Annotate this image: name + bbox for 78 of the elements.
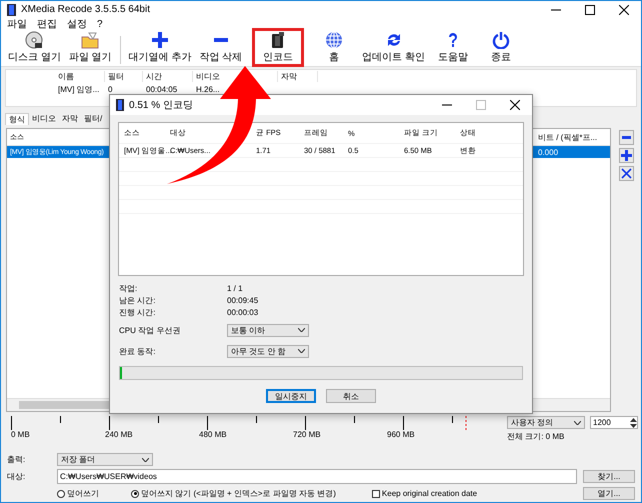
caret-icon <box>574 420 581 424</box>
column-header[interactable]: 시간 <box>146 72 162 81</box>
queue-row[interactable]: [MV] 임영... 0 00:04:05 H.26... <box>6 83 636 96</box>
menu-item[interactable]: ? <box>97 18 103 30</box>
size-preset-dropdown[interactable]: 사용자 정의 <box>507 416 585 429</box>
browse-button[interactable]: 찾기... <box>583 470 635 483</box>
output-mode-dropdown[interactable]: 저장 폴더 <box>57 453 153 466</box>
toolbar-button[interactable]: 파일 열기 <box>66 31 115 64</box>
completion-dropdown[interactable]: 아무 것도 안 함 <box>227 344 309 358</box>
table-cell-text: 0.000 <box>538 148 560 156</box>
info-value: 00:00:03 <box>227 308 258 316</box>
size-spinbox[interactable]: 1200 <box>590 416 638 429</box>
path-field[interactable]: C:₩Users₩USER₩videos <box>57 469 577 484</box>
toolbar-button[interactable]: 작업 삭제 <box>196 31 246 64</box>
ruler-label: 960 MB <box>387 430 416 439</box>
spin-arrows-icon[interactable] <box>630 416 637 428</box>
toolbar-button[interactable]: 도움말 <box>430 31 476 64</box>
ruler-label: 240 MB <box>105 430 134 439</box>
info-value: 1 / 1 <box>227 284 243 292</box>
menu-item[interactable]: 편집 <box>37 17 57 31</box>
open-button[interactable]: 열기... <box>583 487 635 500</box>
plus-icon <box>620 150 632 161</box>
toolbar-button[interactable]: 홈 <box>311 31 358 64</box>
completion-label: 완료 동작: <box>119 346 156 356</box>
column-header[interactable]: 이름 <box>58 72 74 81</box>
radio-option[interactable]: 덮어쓰지 않기 (<파일명 + 인덱스>로 파일명 자동 변경) <box>131 488 336 499</box>
tab[interactable]: 형식 <box>5 113 29 125</box>
ruler-label: 480 MB <box>199 430 228 439</box>
priority-label: CPU 작업 우선권 <box>119 324 182 336</box>
list-button[interactable] <box>618 148 634 163</box>
delete-icon <box>620 168 632 179</box>
menu-item[interactable]: 설정 <box>67 17 87 31</box>
info-label: 남은 시간: <box>119 294 156 306</box>
caret-icon <box>298 328 305 332</box>
column-header[interactable]: 자막 <box>281 72 297 81</box>
ruler-label: 0 MB <box>11 430 31 439</box>
menu-item[interactable]: 파일 <box>7 17 27 31</box>
close-icon[interactable] <box>619 4 629 14</box>
dialog-title: 0.51 % 인코딩 <box>129 99 193 112</box>
window-title: XMedia Recode 3.5.5.5 64bit <box>21 4 150 15</box>
list-button[interactable] <box>618 130 634 145</box>
film-icon <box>7 4 16 16</box>
column-header[interactable]: 비디오 <box>196 72 220 81</box>
checkbox-option[interactable]: Keep original creation date <box>372 489 478 498</box>
table-cell: 0 <box>108 85 112 94</box>
close-icon[interactable] <box>510 100 520 110</box>
tab[interactable]: 비디오 <box>29 113 59 125</box>
list-button[interactable] <box>618 166 634 181</box>
minus-icon <box>214 38 228 42</box>
priority-dropdown[interactable]: 보통 이하 <box>227 324 309 336</box>
radio-option[interactable]: 덮어쓰기 <box>57 488 131 499</box>
info-value: 00:09:45 <box>227 296 258 304</box>
plus-icon <box>150 31 169 49</box>
caret-icon <box>298 349 305 353</box>
total-size-text: 전체 크기: 0 MB <box>507 431 566 442</box>
info-label: 진행 시간: <box>119 306 156 318</box>
maximize-icon[interactable] <box>585 4 595 14</box>
dialog-button[interactable]: 일시중지 <box>266 389 316 403</box>
toolbar-button[interactable]: 종료 <box>478 31 524 64</box>
tab[interactable]: 자막 <box>59 113 81 125</box>
toolbar-button[interactable]: 인코드 <box>255 31 302 64</box>
toolbar-button[interactable]: 대기열에 추가 <box>126 31 194 64</box>
column-header[interactable]: 비트 / (픽셀*프... <box>538 132 610 142</box>
info-label: 작업: <box>119 282 138 294</box>
caret-icon <box>142 458 149 462</box>
table-cell: 00:04:05 <box>146 85 178 94</box>
table-cell: H.26... <box>196 85 220 94</box>
toolbar-button[interactable]: 디스크 열기 <box>5 31 64 64</box>
target-label: 대상: <box>7 471 26 482</box>
ruler-label: 720 MB <box>293 430 322 439</box>
output-label: 출력: <box>7 454 26 465</box>
table-cell: [MV] 임영... <box>58 85 100 94</box>
tab[interactable]: 필터/ <box>81 113 106 125</box>
column-header[interactable]: 필터 <box>108 72 124 81</box>
film-icon <box>116 99 124 111</box>
power-icon <box>492 31 510 49</box>
dialog-button[interactable]: 취소 <box>326 389 376 403</box>
toolbar-button[interactable]: 업데이트 확인 <box>359 31 428 64</box>
